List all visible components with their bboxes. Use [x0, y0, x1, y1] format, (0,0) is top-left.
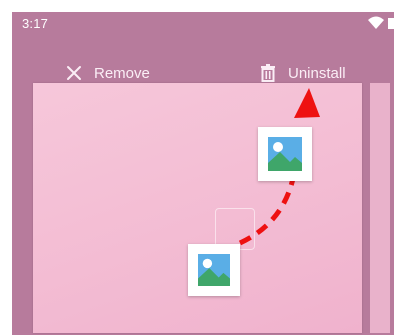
image-gallery-icon	[198, 254, 230, 286]
trash-icon	[261, 64, 275, 82]
close-icon	[67, 66, 81, 80]
status-bar: 3:17	[12, 12, 394, 36]
wifi-icon	[368, 16, 394, 29]
remove-button[interactable]: Remove	[66, 62, 150, 84]
image-gallery-icon	[268, 137, 302, 171]
app-icon-original-position[interactable]	[188, 244, 240, 296]
uninstall-button[interactable]: Uninstall	[260, 62, 346, 84]
battery-icon	[388, 18, 394, 29]
status-time: 3:17	[22, 16, 49, 31]
uninstall-label: Uninstall	[288, 64, 346, 82]
next-home-page-peek	[370, 83, 390, 333]
remove-label: Remove	[94, 64, 150, 82]
dragged-app-icon[interactable]	[258, 127, 312, 181]
status-icons	[366, 14, 394, 34]
